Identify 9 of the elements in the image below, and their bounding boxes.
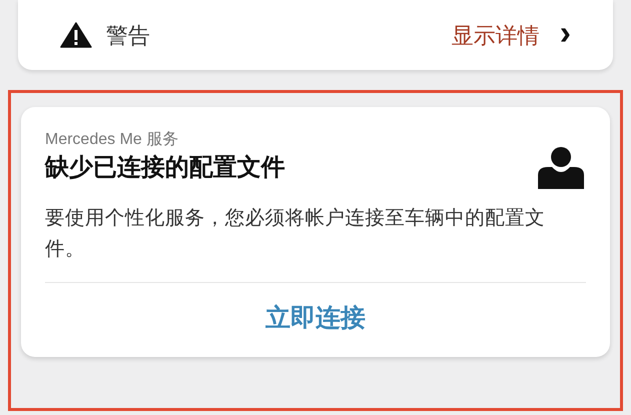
card-message: 要使用个性化服务，您必须将帐户连接至车辆中的配置文件。 (45, 206, 546, 262)
person-icon (538, 147, 584, 189)
show-details-link[interactable]: 显示详情 (452, 18, 540, 52)
connect-now-link[interactable]: 立即连接 (266, 301, 366, 335)
service-label: Mercedes Me 服务 (45, 130, 180, 150)
chevron-icon[interactable]: › (560, 16, 571, 50)
card-title: 缺少已连接的配置文件 (45, 153, 286, 183)
warning-label: 警告 (106, 22, 150, 50)
warning-icon (60, 22, 92, 48)
